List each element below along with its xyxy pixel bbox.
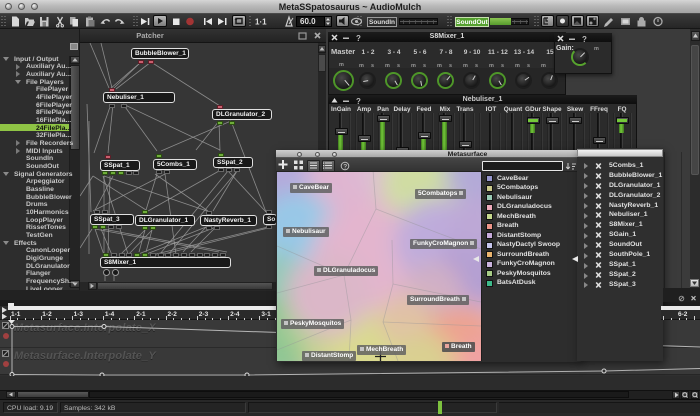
svg-text:1·1: 1·1 bbox=[255, 18, 267, 27]
svg-text:?: ? bbox=[356, 34, 361, 42]
svg-text:?: ? bbox=[343, 163, 347, 170]
svg-text:?: ? bbox=[356, 97, 361, 105]
svg-text:?: ? bbox=[582, 35, 587, 43]
